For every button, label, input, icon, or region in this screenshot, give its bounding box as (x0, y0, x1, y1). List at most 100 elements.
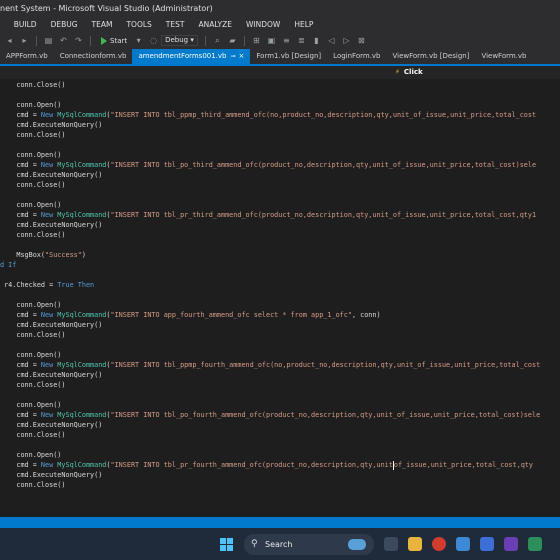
menu-item-debug[interactable]: DEBUG (51, 20, 78, 29)
code-line: cmd.ExecuteNonQuery() (0, 470, 102, 480)
app-icon[interactable] (528, 537, 542, 551)
code-token: conn.Close() (0, 81, 66, 89)
code-token: , conn) (351, 311, 381, 319)
document-tab[interactable]: LoginForm.vb (327, 49, 386, 64)
code-token: cmd.ExecuteNonQuery() (0, 121, 103, 129)
code-token: conn.Open() (0, 101, 62, 109)
comment-icon[interactable]: ≡ (282, 36, 291, 45)
code-token: MsgBox( (0, 251, 46, 259)
code-token: cmd.ExecuteNonQuery() (0, 171, 103, 179)
taskbar: ⚲ Search (0, 528, 560, 560)
bookmark-next-icon[interactable]: ▷ (342, 36, 351, 45)
menu-item-team[interactable]: TEAM (92, 20, 113, 29)
code-line: cmd = New MySqlCommand("INSERT INTO tbl_… (0, 210, 536, 220)
close-icon[interactable]: × (239, 52, 245, 60)
navigate-forward-icon[interactable]: ▸ (20, 36, 29, 45)
navigate-back-icon[interactable]: ◂ (5, 36, 14, 45)
code-token: MySqlCommand (57, 111, 107, 119)
bookmark-clear-icon[interactable]: ⊠ (357, 36, 366, 45)
code-token: cmd.ExecuteNonQuery() (0, 421, 103, 429)
code-token: "INSERT INTO tbl_ppmp_fourth_ammend_ofc(… (110, 361, 541, 369)
code-line: cmd = New MySqlCommand("INSERT INTO tbl_… (0, 360, 540, 370)
code-line: cmd = New MySqlCommand("INSERT INTO tbl_… (0, 160, 536, 170)
code-line: conn.Close() (0, 230, 65, 240)
code-token: MySqlCommand (57, 411, 107, 419)
code-token: "INSERT INTO tbl_pr_third_ammend_ofc(pro… (110, 211, 537, 219)
code-editor[interactable]: conn.Close() conn.Open() cmd = New MySql… (0, 79, 560, 511)
code-token: cmd.ExecuteNonQuery() (0, 221, 103, 229)
solution-explorer-icon[interactable]: ▤ (44, 36, 53, 45)
code-token: MySqlCommand (57, 211, 107, 219)
start-icon[interactable] (101, 36, 107, 45)
bookmark-prev-icon[interactable]: ◁ (327, 36, 336, 45)
find-icon[interactable]: ⌕ (213, 36, 222, 45)
toolbar-separator (36, 35, 37, 46)
redo-icon[interactable]: ↷ (74, 36, 83, 45)
code-line: cmd = New MySqlCommand("INSERT INTO app_… (0, 310, 381, 320)
code-line: cmd = New MySqlCommand("INSERT INTO tbl_… (0, 410, 540, 420)
configuration-select[interactable]: Debug ▾ (161, 35, 198, 46)
document-tab[interactable]: Form1.vb [Design] (250, 49, 327, 64)
search-icon: ⚲ (251, 539, 258, 549)
menu-item-build[interactable]: BUILD (14, 20, 37, 29)
method-dropdown[interactable]: ⚡ Click (395, 66, 423, 79)
code-line: conn.Open() (0, 150, 61, 160)
attach-icon[interactable]: ◌ (149, 36, 158, 45)
folder-icon[interactable]: ▰ (228, 36, 237, 45)
document-tab[interactable]: APPForm.vb (0, 49, 54, 64)
task-view-icon[interactable] (384, 537, 398, 551)
undo-icon[interactable]: ↶ (59, 36, 68, 45)
search-placeholder: Search (265, 540, 293, 549)
code-token: conn.Close() (0, 231, 66, 239)
code-token: "INSERT INTO tbl_ppmp_third_ammend_ofc(n… (110, 111, 537, 119)
document-tab[interactable]: amendmentForms001.vb ⊸ × (132, 49, 251, 64)
chrome-icon[interactable] (432, 537, 446, 551)
code-line: conn.Close() (0, 80, 65, 90)
menu-item-help[interactable]: HELP (294, 20, 313, 29)
code-token: ) (81, 251, 86, 259)
document-tab-label: amendmentForms001.vb (138, 52, 227, 60)
code-token: New (40, 311, 54, 319)
uncomment-icon[interactable]: ≣ (297, 36, 306, 45)
code-token: New (40, 161, 54, 169)
code-token: conn.Open() (0, 151, 62, 159)
pin-icon[interactable]: ⊸ (231, 53, 236, 60)
windows-start-icon[interactable] (220, 538, 233, 551)
document-tab-label: APPForm.vb (6, 52, 48, 60)
code-token: conn.Open() (0, 301, 62, 309)
code-token: cmd.ExecuteNonQuery() (0, 371, 103, 379)
menu-item-window[interactable]: WINDOW (246, 20, 280, 29)
store-icon[interactable] (480, 537, 494, 551)
document-tab-label: ViewForm.vb (481, 52, 527, 60)
menu-item-test[interactable]: TEST (166, 20, 185, 29)
format-icon[interactable]: ▣ (267, 36, 276, 45)
code-token: New (40, 361, 54, 369)
code-line: conn.Close() (0, 480, 65, 490)
document-tab[interactable]: ViewForm.vb (475, 49, 532, 64)
code-token: conn.Open() (0, 401, 62, 409)
start-dropdown-icon[interactable]: ▾ (134, 36, 143, 45)
document-tab[interactable]: ViewForm.vb [Design] (387, 49, 476, 64)
code-line: conn.Open() (0, 350, 61, 360)
visual-studio-icon[interactable] (504, 537, 518, 551)
code-token: New (40, 211, 54, 219)
window-title: nent System - Microsoft Visual Studio (A… (0, 0, 560, 17)
code-token: cmd = (0, 161, 41, 169)
start-button[interactable]: Start (110, 37, 127, 45)
document-tab[interactable]: Connectionform.vb (54, 49, 133, 64)
bookmark-icon[interactable]: ▮ (312, 36, 321, 45)
code-line: conn.Close() (0, 380, 65, 390)
edge-icon[interactable] (456, 537, 470, 551)
code-token: MySqlCommand (57, 161, 107, 169)
code-line: conn.Open() (0, 300, 61, 310)
file-explorer-icon[interactable] (408, 537, 422, 551)
code-token: conn.Close() (0, 131, 66, 139)
taskbar-search-input[interactable]: ⚲ Search (244, 534, 374, 555)
menu-item-analyze[interactable]: ANALYZE (198, 20, 232, 29)
code-line: conn.Close() (0, 130, 65, 140)
code-token: MySqlCommand (57, 311, 107, 319)
align-icon[interactable]: ⊞ (252, 36, 261, 45)
status-bar (0, 517, 560, 528)
toolbar-separator (204, 35, 206, 46)
menu-item-tools[interactable]: TOOLS (126, 20, 151, 29)
